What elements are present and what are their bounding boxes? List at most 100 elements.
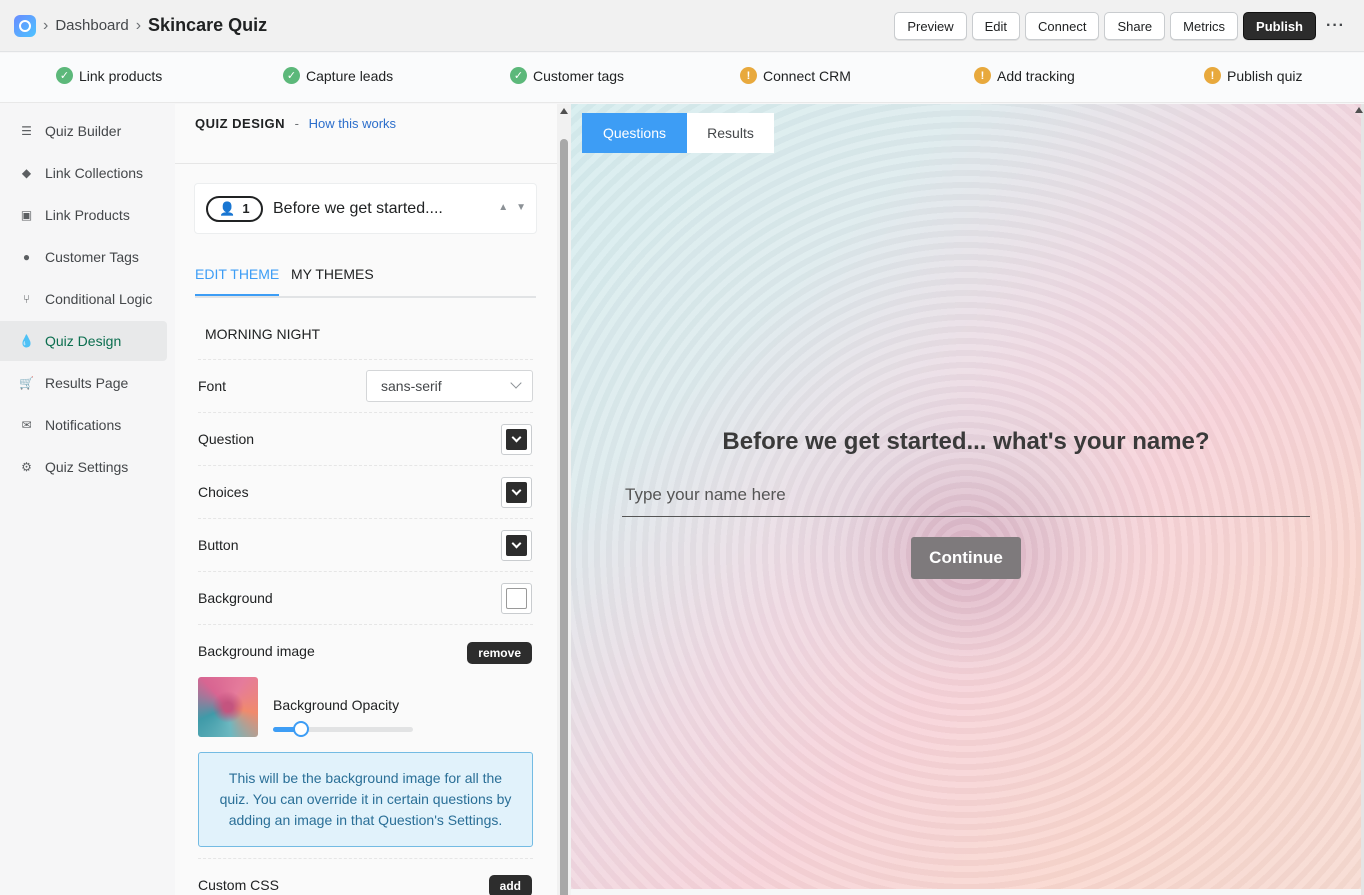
sidebar-item-label: Results Page: [45, 375, 129, 391]
quiz-preview: Questions Results Before we get started.…: [571, 104, 1361, 889]
question-color-row: Question: [198, 412, 533, 465]
editor-heading: QUIZ DESIGN: [195, 116, 286, 131]
warning-circle-icon: !: [1204, 67, 1221, 84]
step-label: Customer tags: [533, 67, 625, 84]
sidebar-item-label: Customer Tags: [45, 249, 139, 265]
tab-my-themes[interactable]: MY THEMES: [291, 266, 374, 282]
more-options-icon[interactable]: ···: [1326, 17, 1345, 35]
font-select[interactable]: sans-serif: [366, 370, 533, 402]
choices-color-row: Choices: [198, 465, 533, 518]
caret-up-icon[interactable]: ▲: [498, 202, 508, 213]
question-number: 1: [242, 201, 250, 216]
list-icon: ☰: [21, 124, 32, 138]
how-this-works-link[interactable]: How this works: [309, 116, 396, 131]
check-circle-icon: ✓: [510, 67, 527, 84]
scroll-up-arrow-icon[interactable]: [560, 108, 568, 114]
page-title: Skincare Quiz: [148, 15, 268, 35]
scroll-up-arrow-icon[interactable]: [1355, 107, 1363, 113]
app-logo-icon[interactable]: [14, 14, 36, 37]
button-color-picker[interactable]: [501, 530, 532, 561]
step-link-products[interactable]: ✓ Link products: [56, 67, 162, 84]
question-selector-text: Before we get started....: [273, 199, 443, 217]
step-capture-leads[interactable]: ✓ Capture leads: [283, 67, 393, 84]
sidebar-item-link-products[interactable]: ▣ Link Products: [0, 195, 167, 235]
font-label: Font: [198, 378, 227, 394]
caret-down-icon[interactable]: ▼: [516, 202, 526, 213]
editor-header: QUIZ DESIGN - How this works: [175, 104, 557, 164]
sidebar-item-label: Conditional Logic: [45, 291, 153, 307]
background-image-info: This will be the background image for al…: [198, 752, 533, 847]
step-publish-quiz[interactable]: ! Publish quiz: [1204, 67, 1303, 84]
edit-button[interactable]: Edit: [971, 12, 1021, 40]
opacity-slider-handle[interactable]: [293, 721, 309, 737]
opacity-slider[interactable]: [273, 721, 413, 737]
breadcrumb-dashboard[interactable]: Dashboard: [55, 17, 128, 34]
tab-questions[interactable]: Questions: [582, 113, 687, 153]
preview-button[interactable]: Preview: [894, 12, 967, 40]
box-icon: ▣: [20, 208, 33, 222]
sidebar-item-label: Quiz Settings: [45, 459, 129, 475]
question-color-label: Question: [198, 431, 255, 447]
choices-color-label: Choices: [198, 484, 249, 500]
warning-circle-icon: !: [740, 67, 757, 84]
remove-image-button[interactable]: remove: [467, 642, 532, 664]
chevron-down-icon: [511, 432, 522, 443]
theme-name: MORNING NIGHT: [205, 326, 321, 342]
top-bar: › Dashboard › Skincare Quiz Preview Edit…: [0, 0, 1364, 52]
step-customer-tags[interactable]: ✓ Customer tags: [510, 67, 624, 84]
custom-css-label: Custom CSS: [198, 877, 279, 893]
sidebar-item-label: Quiz Design: [45, 333, 122, 349]
preview-question-text: Before we get started... what's your nam…: [722, 428, 1210, 455]
warning-circle-icon: !: [974, 67, 991, 84]
background-image-thumbnail[interactable]: [198, 677, 258, 737]
step-label: Connect CRM: [763, 67, 851, 84]
font-select-value: sans-serif: [381, 378, 442, 394]
sidebar-item-customer-tags[interactable]: ● Customer Tags: [0, 237, 167, 277]
sidebar-item-link-collections[interactable]: ◆ Link Collections: [0, 153, 167, 193]
theme-tabs: EDIT THEME MY THEMES: [195, 266, 536, 298]
question-color-picker[interactable]: [501, 424, 532, 455]
name-input[interactable]: Type your name here: [622, 480, 1310, 517]
sidebar-item-quiz-design[interactable]: 💧 Quiz Design: [0, 321, 167, 361]
chevron-down-icon: [511, 485, 522, 496]
metrics-button[interactable]: Metrics: [1170, 12, 1239, 40]
design-editor-panel: QUIZ DESIGN - How this works 👤 1 Before …: [175, 104, 557, 895]
share-button[interactable]: Share: [1104, 12, 1166, 40]
chevron-down-icon: [510, 377, 522, 389]
chevron-down-icon: [511, 538, 522, 549]
step-add-tracking[interactable]: ! Add tracking: [974, 67, 1075, 84]
check-circle-icon: ✓: [283, 67, 300, 84]
sidebar-item-quiz-settings[interactable]: ⚙ Quiz Settings: [0, 447, 167, 487]
background-color-row: Background: [198, 571, 533, 624]
sidebar-item-conditional-logic[interactable]: ⑂ Conditional Logic: [0, 279, 167, 319]
custom-css-row: Custom CSS add: [198, 858, 533, 895]
sidebar-item-results-page[interactable]: 🛒 Results Page: [0, 363, 167, 403]
breadcrumb-separator: ›: [135, 16, 142, 34]
step-label: Publish quiz: [1227, 67, 1303, 84]
branch-icon: ⑂: [22, 292, 31, 306]
sidebar-nav: ☰ Quiz Builder ◆ Link Collections ▣ Link…: [0, 104, 175, 895]
background-color-picker[interactable]: [501, 583, 532, 614]
drop-icon: 💧: [19, 334, 34, 348]
tab-edit-theme[interactable]: EDIT THEME: [195, 266, 280, 296]
choices-color-picker[interactable]: [501, 477, 532, 508]
sidebar-item-label: Quiz Builder: [45, 123, 122, 139]
step-connect-crm[interactable]: ! Connect CRM: [740, 67, 851, 84]
add-css-button[interactable]: add: [488, 875, 532, 895]
button-color-row: Button: [198, 518, 533, 571]
sidebar-item-quiz-builder[interactable]: ☰ Quiz Builder: [0, 111, 167, 151]
continue-button[interactable]: Continue: [911, 537, 1021, 579]
sidebar-item-label: Notifications: [45, 417, 122, 433]
scrollbar-thumb[interactable]: [560, 139, 568, 895]
step-label: Add tracking: [997, 67, 1075, 84]
connect-button[interactable]: Connect: [1025, 12, 1100, 40]
question-selector[interactable]: 👤 1 Before we get started.... ▲ ▼: [194, 183, 537, 234]
background-color-label: Background: [198, 590, 273, 606]
editor-scrollbar[interactable]: [557, 104, 571, 895]
question-nav-arrows: ▲ ▼: [498, 202, 526, 213]
sidebar-item-label: Link Products: [45, 207, 130, 223]
sidebar-item-notifications[interactable]: ✉ Notifications: [0, 405, 167, 445]
tab-results[interactable]: Results: [687, 113, 774, 153]
tag-icon: ◆: [21, 166, 32, 180]
publish-button[interactable]: Publish: [1243, 12, 1316, 40]
